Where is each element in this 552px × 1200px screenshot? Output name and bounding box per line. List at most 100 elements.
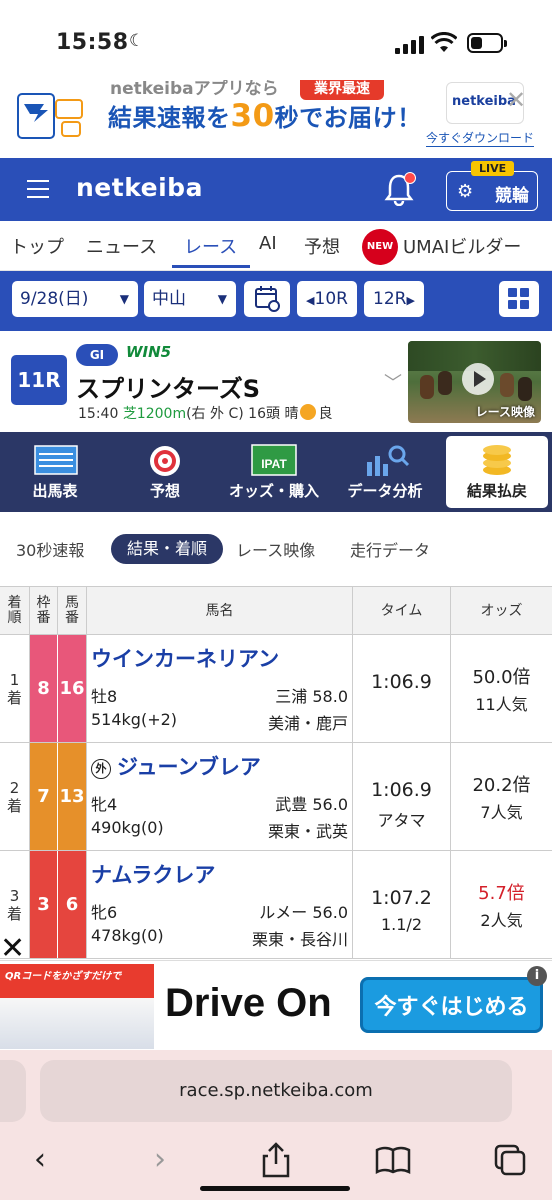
- entry-table-icon: [34, 445, 78, 475]
- course-select[interactable]: 中山 ▼: [144, 281, 236, 317]
- share-icon[interactable]: [256, 1140, 296, 1180]
- subtab-30sec[interactable]: 30秒速報: [16, 537, 84, 561]
- menu-data-analysis[interactable]: データ分析: [335, 432, 435, 512]
- ad-close-icon[interactable]: ✕: [0, 931, 25, 966]
- dropdown-arrow-icon: ▼: [119, 292, 129, 306]
- keirin-button[interactable]: LIVE ⚙ 競輪: [446, 161, 538, 211]
- result-subtabs: 30秒速報 結果・着順 レース映像 走行データ: [0, 512, 552, 586]
- browser-toolbar: race.sp.netkeiba.com ‹ ›: [0, 1050, 552, 1200]
- ad-headline: Drive On: [165, 981, 332, 1025]
- odds-value: 50.0倍: [472, 667, 531, 688]
- focus-moon-icon: ☾: [129, 31, 145, 51]
- race-name: スプリンターズS: [76, 375, 261, 403]
- bottom-ad-banner[interactable]: QRコードをかざすだけで Drive On 今すぐはじめる i: [0, 960, 552, 1050]
- margin: アタマ: [377, 811, 426, 830]
- trainer[interactable]: 美浦・鹿戸: [268, 710, 348, 734]
- sex-age: 牝4: [91, 795, 118, 814]
- wifi-icon: [431, 32, 457, 52]
- menu-yoso[interactable]: 予想: [115, 432, 215, 512]
- trainer[interactable]: 栗東・武英: [268, 818, 348, 842]
- horse-weight: 478kg(0): [91, 926, 164, 945]
- date-select[interactable]: 9/28(日) ▼: [12, 281, 138, 317]
- back-icon[interactable]: ‹: [20, 1140, 60, 1180]
- ad-line1: netkeibaアプリなら: [110, 80, 279, 99]
- calendar-icon[interactable]: [244, 281, 290, 317]
- download-link[interactable]: 今すぐダウンロード: [426, 131, 535, 147]
- nav-top[interactable]: トップ: [10, 233, 64, 259]
- waku-cell: 3: [30, 851, 58, 958]
- uma-cell: 16: [58, 635, 87, 742]
- grade-badge: GI: [76, 344, 118, 366]
- site-header: netkeiba LIVE ⚙ 競輪: [0, 158, 552, 221]
- sex-age: 牝6: [91, 903, 118, 922]
- nav-news[interactable]: ニュース: [86, 233, 157, 259]
- home-indicator: [200, 1186, 350, 1191]
- jockey-weight[interactable]: 武豊 56.0: [275, 791, 348, 815]
- race-detail: 15:40 芝1200m(右 外 C) 16頭 晴良: [78, 404, 333, 422]
- jockey-weight[interactable]: ルメー 56.0: [259, 899, 348, 923]
- info-icon[interactable]: i: [527, 966, 547, 986]
- site-logo[interactable]: netkeiba: [76, 173, 203, 202]
- svg-text:IPAT: IPAT: [261, 457, 287, 471]
- battery-icon: [467, 33, 507, 53]
- trainer[interactable]: 栗東・長谷川: [252, 926, 348, 950]
- analysis-chart-icon: [367, 445, 410, 476]
- race-icon-menu: 出馬表 予想 IPAT オッズ・購入 データ分析 結果払戻: [0, 432, 552, 512]
- jockey-weight[interactable]: 三浦 58.0: [275, 683, 348, 707]
- odds-cell: 50.0倍 11人気: [451, 635, 552, 742]
- race-video-thumbnail[interactable]: レース映像: [408, 341, 541, 423]
- hamburger-menu-icon[interactable]: [27, 180, 49, 198]
- bookmarks-icon[interactable]: [373, 1140, 413, 1180]
- next-race-button[interactable]: 12R▶: [364, 281, 424, 317]
- time-cell: 1:07.2 1.1/2: [353, 851, 451, 958]
- forward-icon[interactable]: ›: [140, 1140, 180, 1180]
- subtab-video[interactable]: レース映像: [236, 537, 315, 561]
- horse-cell: ウインカーネリアン 牡8 三浦 58.0 514kg(+2) 美浦・鹿戸: [87, 635, 353, 742]
- tabs-icon[interactable]: [490, 1140, 530, 1180]
- header-waku: 枠番: [30, 587, 58, 635]
- header-time: タイム: [353, 587, 451, 635]
- grid-menu-icon[interactable]: [499, 281, 539, 317]
- table-header: 着順 枠番 馬番 馬名 タイム オッズ: [0, 587, 552, 635]
- nav-race[interactable]: レース: [184, 233, 237, 259]
- subtab-running-data[interactable]: 走行データ: [350, 537, 430, 561]
- nav-yoso[interactable]: 予想: [304, 233, 340, 259]
- status-time: 15:58: [56, 30, 129, 55]
- menu-odds-purchase[interactable]: IPAT オッズ・購入: [224, 432, 324, 512]
- nav-ai[interactable]: AI: [259, 233, 277, 254]
- new-badge: NEW: [362, 229, 398, 265]
- odds-cell: 20.2倍 7人気: [451, 743, 552, 850]
- table-row[interactable]: 2着 7 13 外ジューンブレア 牝4 武豊 56.0 490kg(0) 栗東・…: [0, 743, 552, 851]
- header-name: 馬名: [87, 587, 353, 635]
- top-ad-banner[interactable]: netkeibaアプリなら 業界最速 結果速報を30秒でお届け！ netkeib…: [0, 80, 552, 158]
- result-table: 着順 枠番 馬番 馬名 タイム オッズ 1着 8 16 ウインカーネリアン 牡8…: [0, 586, 552, 959]
- subtab-result[interactable]: 結果・着順: [111, 534, 223, 564]
- table-row[interactable]: 1着 8 16 ウインカーネリアン 牡8 三浦 58.0 514kg(+2) 美…: [0, 635, 552, 743]
- nav-active-underline: [172, 265, 250, 268]
- close-icon[interactable]: ✕: [506, 86, 526, 114]
- live-badge: LIVE: [471, 161, 515, 176]
- header-uma: 馬番: [58, 587, 87, 635]
- main-nav: トップ ニュース レース AI 予想 NEW UMAIビルダー: [0, 221, 552, 271]
- play-icon: [462, 363, 494, 395]
- time-cell: 1:06.9: [353, 635, 451, 742]
- horse-name-link[interactable]: ナムラクレア: [91, 859, 215, 889]
- table-row[interactable]: 3着 3 6 ナムラクレア 牝6 ルメー 56.0 478kg(0) 栗東・長谷…: [0, 851, 552, 959]
- rank-cell: 2着: [0, 743, 30, 850]
- previous-tab-peek[interactable]: [0, 1060, 26, 1122]
- ad-cta-button[interactable]: 今すぐはじめる: [360, 977, 543, 1033]
- target-icon: [150, 446, 180, 476]
- notification-bell-icon[interactable]: [384, 172, 416, 207]
- time-cell: 1:06.9 アタマ: [353, 743, 451, 850]
- rank-cell: 1着: [0, 635, 30, 742]
- prev-race-button[interactable]: ◀10R: [297, 281, 357, 317]
- ipat-icon: IPAT: [251, 444, 297, 476]
- address-bar[interactable]: race.sp.netkeiba.com: [40, 1060, 512, 1122]
- menu-result-payout[interactable]: 結果払戻: [446, 436, 548, 508]
- horse-name-link[interactable]: ウインカーネリアン: [91, 643, 279, 673]
- chevron-down-icon[interactable]: ﹀: [384, 369, 402, 395]
- horse-name-link[interactable]: 外ジューンブレア: [91, 751, 261, 781]
- video-label: レース映像: [475, 405, 535, 419]
- nav-umai-builder[interactable]: UMAIビルダー: [403, 233, 521, 259]
- menu-shutuba[interactable]: 出馬表: [5, 432, 105, 512]
